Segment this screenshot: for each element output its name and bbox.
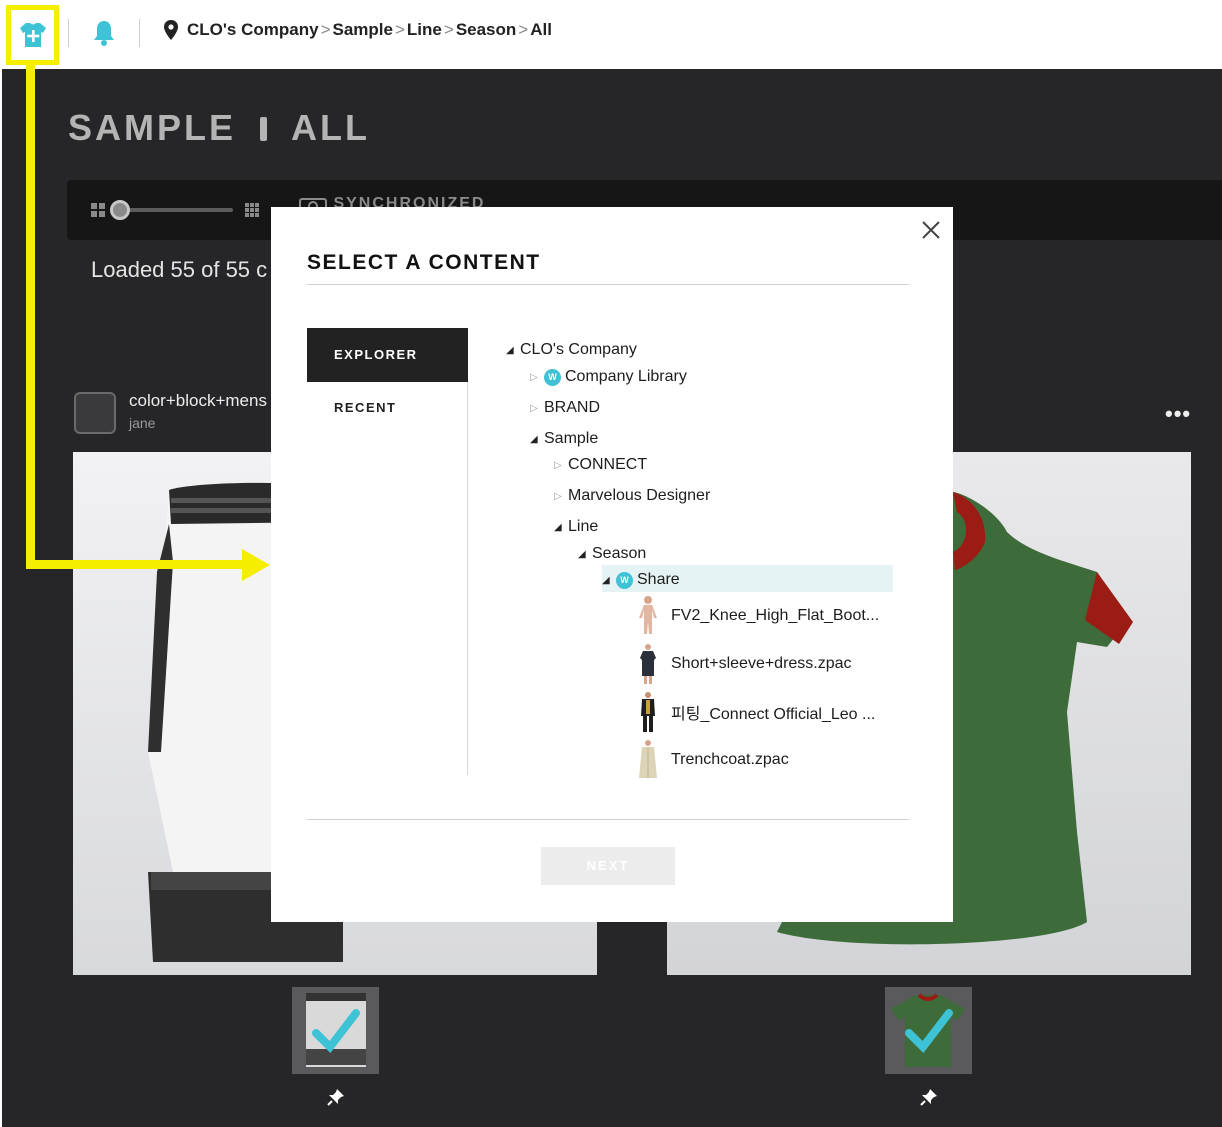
file-item[interactable]: Trenchcoat.zpac xyxy=(635,738,789,782)
card-select-checkbox[interactable] xyxy=(74,392,116,434)
check-icon xyxy=(891,993,965,1067)
dress-thumbnail-icon xyxy=(640,644,656,684)
breadcrumb-item-line[interactable]: Line xyxy=(407,20,442,40)
tree-node-connect[interactable]: ▷ CONNECT xyxy=(554,454,647,476)
breadcrumb-separator: > xyxy=(518,20,529,39)
divider xyxy=(139,19,140,47)
tree-node-label: CLO's Company xyxy=(520,341,637,358)
file-item[interactable]: Short+sleeve+dress.zpac xyxy=(635,642,852,686)
add-garment-icon xyxy=(19,23,46,47)
pin-icon[interactable] xyxy=(920,1088,938,1106)
check-icon xyxy=(306,993,366,1067)
location-pin-icon xyxy=(164,20,178,40)
tree-node-label: Share xyxy=(637,571,680,588)
card-owner: jane xyxy=(129,415,156,431)
thumbnail-tshirt[interactable] xyxy=(885,987,972,1074)
title-divider xyxy=(260,117,268,142)
more-options-icon[interactable]: ••• xyxy=(1165,401,1191,427)
page-title-right: ALL xyxy=(291,107,370,148)
divider xyxy=(68,19,69,47)
breadcrumb-separator: > xyxy=(394,20,405,39)
tree-node-label: CONNECT xyxy=(568,456,648,473)
add-content-button[interactable] xyxy=(6,5,59,65)
expanded-arrow-icon[interactable]: ◢ xyxy=(530,434,540,445)
breadcrumb-item-all[interactable]: All xyxy=(530,20,552,40)
expanded-arrow-icon[interactable]: ◢ xyxy=(602,575,612,586)
file-name: 피팅_Connect Official_Leo ... xyxy=(671,706,876,723)
bell-icon[interactable] xyxy=(91,19,117,47)
tab-explorer[interactable]: EXPLORER xyxy=(307,328,468,382)
tree-node-label: BRAND xyxy=(544,399,601,416)
next-button[interactable]: NEXT xyxy=(541,847,675,885)
trenchcoat-thumbnail-icon xyxy=(639,740,657,778)
page-title: SAMPLE ALL xyxy=(68,107,370,149)
small-grid-icon[interactable] xyxy=(91,203,105,217)
file-name: Short+sleeve+dress.zpac xyxy=(671,655,852,672)
file-item[interactable]: 피팅_Connect Official_Leo ... xyxy=(635,690,875,734)
tab-recent[interactable]: RECENT xyxy=(307,382,468,434)
thumbnail-shorts[interactable] xyxy=(292,987,379,1074)
file-name: Trenchcoat.zpac xyxy=(671,751,789,768)
annotation-arrow-line xyxy=(26,560,246,569)
expanded-arrow-icon[interactable]: ◢ xyxy=(554,522,564,533)
page-title-left: SAMPLE xyxy=(68,107,237,148)
tree-node-label: Line xyxy=(568,518,599,535)
divider xyxy=(307,284,909,285)
divider xyxy=(307,819,909,820)
workspace-icon: W xyxy=(544,368,561,386)
card-title: color+block+mens xyxy=(129,391,267,410)
outfit-thumbnail-icon xyxy=(641,692,655,732)
breadcrumb-separator: > xyxy=(320,20,331,39)
breadcrumb-separator: > xyxy=(443,20,454,39)
tree-node-company-library[interactable]: ▷ W Company Library xyxy=(530,366,687,388)
select-content-dialog: SELECT A CONTENT EXPLORER RECENT ◢ CLO's… xyxy=(271,207,953,922)
dialog-title: SELECT A CONTENT xyxy=(307,251,541,274)
breadcrumb-item-sample[interactable]: Sample xyxy=(333,20,393,40)
tree-node-sample[interactable]: ◢ Sample xyxy=(530,428,598,450)
collapsed-arrow-icon[interactable]: ▷ xyxy=(530,372,540,383)
breadcrumb: CLO's Company > Sample > Line > Season >… xyxy=(163,20,552,40)
file-item[interactable]: FV2_Knee_High_Flat_Boot... xyxy=(635,594,879,638)
tree-node-label: Season xyxy=(592,545,647,562)
expanded-arrow-icon[interactable]: ◢ xyxy=(506,345,516,356)
collapsed-arrow-icon[interactable]: ▷ xyxy=(554,460,564,471)
collapsed-arrow-icon[interactable]: ▷ xyxy=(554,491,564,502)
divider xyxy=(467,382,468,775)
large-grid-icon[interactable] xyxy=(245,203,259,217)
tree-node-brand[interactable]: ▷ BRAND xyxy=(530,397,600,419)
annotation-arrow-line xyxy=(26,65,35,569)
tree-node-share[interactable]: ◢ W Share xyxy=(602,569,680,591)
tree-node-label: Sample xyxy=(544,430,599,447)
breadcrumb-item-season[interactable]: Season xyxy=(456,20,516,40)
breadcrumb-item-company[interactable]: CLO's Company xyxy=(187,20,319,40)
close-icon[interactable] xyxy=(920,219,942,241)
expanded-arrow-icon[interactable]: ◢ xyxy=(578,549,588,560)
annotation-arrow-head xyxy=(242,549,270,581)
tree-node-season[interactable]: ◢ Season xyxy=(578,543,646,565)
collapsed-arrow-icon[interactable]: ▷ xyxy=(530,403,540,414)
slider-handle[interactable] xyxy=(110,200,130,220)
tree-node-label: Marvelous Designer xyxy=(568,487,711,504)
top-bar: CLO's Company > Sample > Line > Season >… xyxy=(0,0,1222,69)
tree-node-label: Company Library xyxy=(565,368,687,385)
tree-node-root[interactable]: ◢ CLO's Company xyxy=(506,339,637,361)
tree-node-line[interactable]: ◢ Line xyxy=(554,516,598,538)
tree-node-marvelous-designer[interactable]: ▷ Marvelous Designer xyxy=(554,485,710,507)
file-name: FV2_Knee_High_Flat_Boot... xyxy=(671,607,880,624)
avatar-thumbnail-icon xyxy=(639,596,657,634)
pin-icon[interactable] xyxy=(327,1088,345,1106)
thumbnail-size-slider[interactable] xyxy=(115,208,233,212)
workspace-icon: W xyxy=(616,571,633,589)
loaded-count: Loaded 55 of 55 c xyxy=(91,257,268,282)
